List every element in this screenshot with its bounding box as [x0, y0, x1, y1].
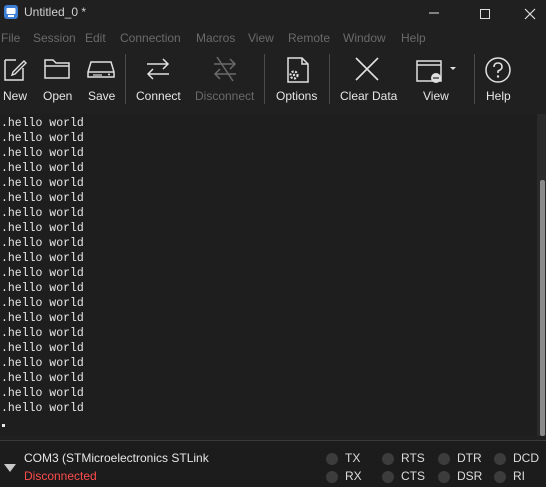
toolbar-separator	[125, 54, 126, 104]
open-label: Open	[43, 89, 73, 103]
folder-icon	[44, 59, 70, 79]
options-button[interactable]: Options	[274, 50, 322, 108]
new-button[interactable]: New	[0, 50, 32, 108]
rts-label: RTS	[401, 451, 425, 465]
terminal-line: .hello world	[1, 312, 84, 325]
terminal-line: .hello world	[1, 132, 84, 145]
scrollbar-thumb[interactable]	[540, 180, 545, 436]
minimize-icon	[429, 12, 439, 14]
tx-led	[326, 453, 338, 465]
dtr-label: DTR	[457, 451, 482, 465]
cts-label: CTS	[401, 469, 425, 483]
ri-led	[494, 471, 506, 483]
connect-label: Connect	[136, 89, 181, 103]
menu-connection[interactable]: Connection	[120, 31, 181, 45]
terminal-line: .hello world	[1, 282, 84, 295]
terminal-line: .hello world	[1, 372, 84, 385]
save-drive-icon	[87, 61, 115, 78]
minimize-button[interactable]	[410, 0, 456, 26]
terminal-line: .hello world	[1, 387, 84, 400]
menu-window[interactable]: Window	[343, 31, 386, 45]
dsr-label: DSR	[457, 469, 483, 483]
dcd-led	[494, 453, 506, 465]
disconnect-button[interactable]: Disconnect	[193, 50, 257, 108]
port-name: COM3 (STMicroelectronics STLink	[24, 451, 209, 465]
rx-label: RX	[345, 469, 362, 483]
terminal-cursor	[2, 424, 5, 427]
menu-view[interactable]: View	[248, 31, 274, 45]
rts-led	[382, 453, 394, 465]
close-button[interactable]	[506, 0, 546, 26]
terminal-line: .hello world	[1, 147, 84, 160]
title-bar: Untitled_0 *	[0, 0, 546, 26]
close-icon	[524, 8, 536, 20]
open-button[interactable]: Open	[40, 50, 76, 108]
toolbar-separator	[264, 54, 265, 104]
clear-data-button[interactable]: Clear Data	[338, 50, 398, 108]
terminal-line: .hello world	[1, 117, 84, 130]
help-question-icon	[485, 57, 511, 83]
disconnect-label: Disconnect	[195, 89, 255, 103]
connect-arrows-icon	[146, 58, 170, 80]
status-bar: COM3 (STMicroelectronics STLink Disconne…	[0, 440, 546, 487]
terminal-line: .hello world	[1, 222, 84, 235]
terminal-line: .hello world	[1, 297, 84, 310]
terminal-line: .hello world	[1, 252, 84, 265]
menu-edit[interactable]: Edit	[85, 31, 106, 45]
expand-chevron-icon[interactable]	[3, 463, 17, 473]
toolbar-separator	[474, 54, 475, 104]
menu-bar: File Session Edit Connection Macros View…	[0, 29, 546, 47]
dcd-label: DCD	[513, 451, 539, 465]
terminal-line: .hello world	[1, 267, 84, 280]
save-label: Save	[88, 89, 116, 103]
ri-label: RI	[513, 469, 525, 483]
terminal-line: .hello world	[1, 192, 84, 205]
menu-remote[interactable]: Remote	[288, 31, 330, 45]
new-label: New	[3, 89, 28, 103]
options-gear-icon	[287, 57, 309, 83]
terminal-line: .hello world	[1, 177, 84, 190]
help-label: Help	[486, 89, 511, 103]
tx-label: TX	[345, 451, 361, 465]
cts-led	[382, 471, 394, 483]
menu-macros[interactable]: Macros	[196, 31, 235, 45]
terminal-line: .hello world	[1, 357, 84, 370]
toolbar: New Open Save Connect Disconnect Options…	[0, 50, 546, 112]
terminal-line: .hello world	[1, 162, 84, 175]
save-button[interactable]: Save	[84, 50, 118, 108]
help-button[interactable]: Help	[482, 50, 516, 108]
new-file-icon	[4, 59, 27, 81]
dsr-led	[438, 471, 450, 483]
window-title: Untitled_0 *	[24, 5, 87, 19]
menu-file[interactable]: File	[1, 31, 20, 45]
connect-button[interactable]: Connect	[134, 50, 184, 108]
connection-status: Disconnected	[24, 469, 97, 483]
clear-x-icon	[355, 57, 379, 81]
disconnect-arrows-icon	[213, 56, 237, 82]
app-icon	[4, 5, 18, 19]
clear-data-label: Clear Data	[340, 89, 398, 103]
maximize-button[interactable]	[461, 0, 507, 26]
terminal-line: .hello world	[1, 207, 84, 220]
terminal-line: .hello world	[1, 327, 84, 340]
view-button[interactable]: View	[414, 50, 462, 108]
options-label: Options	[276, 89, 318, 103]
view-label: View	[423, 89, 449, 103]
dtr-led	[438, 453, 450, 465]
rx-led	[326, 471, 338, 483]
menu-session[interactable]: Session	[33, 31, 76, 45]
maximize-icon	[480, 9, 490, 19]
terminal-output[interactable]: .hello world .hello world .hello world .…	[0, 114, 537, 436]
terminal-line: .hello world	[1, 237, 84, 250]
terminal-line: .hello world	[1, 342, 84, 355]
view-window-icon	[416, 60, 456, 83]
menu-help[interactable]: Help	[401, 31, 426, 45]
toolbar-separator	[329, 54, 330, 104]
terminal-line: .hello world	[1, 402, 84, 415]
